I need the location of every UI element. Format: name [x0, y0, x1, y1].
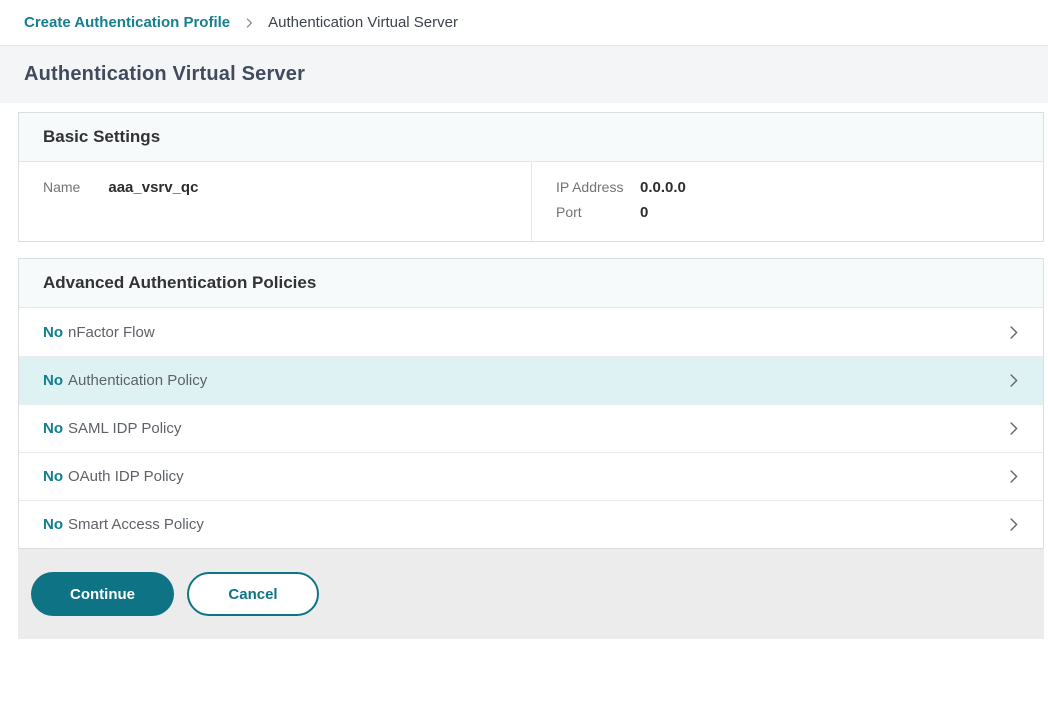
title-bar: Authentication Virtual Server — [0, 46, 1048, 103]
chevron-right-icon — [1004, 371, 1023, 390]
policy-row-nfactor-flow[interactable]: No nFactor Flow — [19, 308, 1043, 356]
chevron-right-icon — [1004, 515, 1023, 534]
continue-button[interactable]: Continue — [31, 572, 174, 616]
policy-count: No — [43, 372, 63, 389]
panel-gap — [18, 242, 1044, 258]
chevron-right-icon — [1004, 323, 1023, 342]
policy-row-text: No OAuth IDP Policy — [43, 468, 1004, 485]
policy-row-saml-idp-policy[interactable]: No SAML IDP Policy — [19, 404, 1043, 452]
ip-address-value: 0.0.0.0 — [640, 179, 686, 196]
breadcrumb: Create Authentication Profile Authentica… — [0, 0, 1048, 46]
basic-settings-panel: Basic Settings Name aaa_vsrv_qc IP Addre… — [18, 112, 1044, 242]
basic-settings-name-column: Name aaa_vsrv_qc — [19, 162, 531, 241]
basic-settings-address-column: IP Address 0.0.0.0 Port 0 — [531, 162, 1043, 241]
chevron-right-icon — [1004, 467, 1023, 486]
policy-row-text: No Smart Access Policy — [43, 516, 1004, 533]
name-value: aaa_vsrv_qc — [108, 179, 198, 196]
port-label: Port — [556, 204, 640, 220]
chevron-right-icon — [1004, 419, 1023, 438]
policy-label: nFactor Flow — [68, 324, 155, 341]
ip-address-row: IP Address 0.0.0.0 — [556, 179, 1019, 196]
policy-row-text: No SAML IDP Policy — [43, 420, 1004, 437]
policy-count: No — [43, 420, 63, 437]
advanced-policies-header: Advanced Authentication Policies — [19, 259, 1043, 308]
breadcrumb-current: Authentication Virtual Server — [268, 14, 458, 31]
cancel-button[interactable]: Cancel — [187, 572, 319, 616]
port-row: Port 0 — [556, 204, 1019, 221]
policy-count: No — [43, 468, 63, 485]
policy-row-text: No Authentication Policy — [43, 372, 1004, 389]
port-value: 0 — [640, 204, 648, 221]
policy-label: OAuth IDP Policy — [68, 468, 184, 485]
policy-count: No — [43, 324, 63, 341]
policy-row-text: No nFactor Flow — [43, 324, 1004, 341]
policy-row-smart-access-policy[interactable]: No Smart Access Policy — [19, 500, 1043, 548]
breadcrumb-link-create-authentication-profile[interactable]: Create Authentication Profile — [24, 14, 230, 31]
main-content: Basic Settings Name aaa_vsrv_qc IP Addre… — [18, 112, 1044, 549]
policy-row-oauth-idp-policy[interactable]: No OAuth IDP Policy — [19, 452, 1043, 500]
page-title: Authentication Virtual Server — [24, 63, 305, 86]
basic-settings-content: Name aaa_vsrv_qc IP Address 0.0.0.0 Port… — [19, 162, 1043, 241]
ip-address-label: IP Address — [556, 179, 640, 195]
footer-action-bar: Continue Cancel — [18, 549, 1044, 639]
advanced-policies-panel: Advanced Authentication Policies No nFac… — [18, 258, 1044, 549]
policy-label: Smart Access Policy — [68, 516, 204, 533]
policy-label: Authentication Policy — [68, 372, 207, 389]
chevron-right-icon — [242, 16, 256, 30]
policy-row-authentication-policy[interactable]: No Authentication Policy — [19, 356, 1043, 404]
policy-count: No — [43, 516, 63, 533]
policy-label: SAML IDP Policy — [68, 420, 181, 437]
name-label: Name — [43, 179, 80, 195]
basic-settings-header: Basic Settings — [19, 113, 1043, 162]
